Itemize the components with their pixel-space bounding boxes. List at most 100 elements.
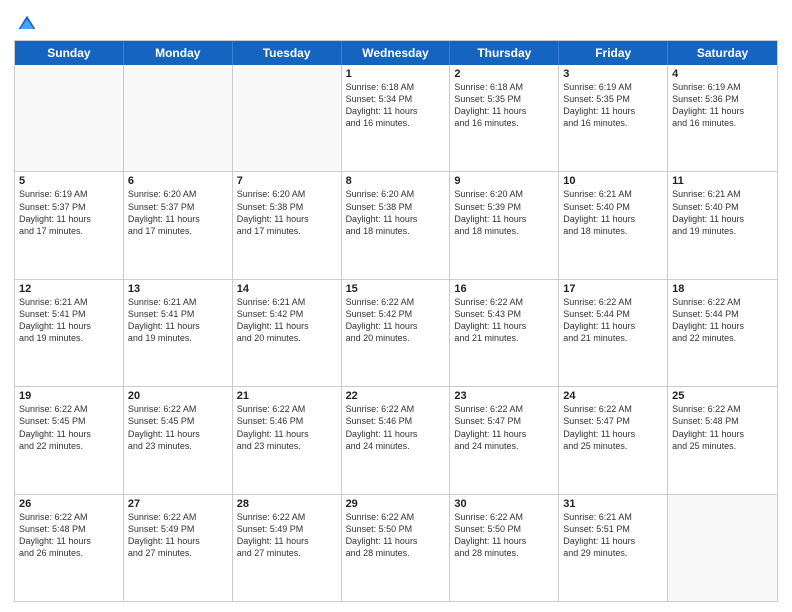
calendar-header-cell: Sunday <box>15 41 124 65</box>
cell-info: Sunrise: 6:20 AM Sunset: 5:38 PM Dayligh… <box>346 188 446 237</box>
cell-info: Sunrise: 6:21 AM Sunset: 5:40 PM Dayligh… <box>563 188 663 237</box>
calendar-cell: 13Sunrise: 6:21 AM Sunset: 5:41 PM Dayli… <box>124 280 233 386</box>
day-number: 15 <box>346 283 446 295</box>
cell-info: Sunrise: 6:22 AM Sunset: 5:42 PM Dayligh… <box>346 296 446 345</box>
day-number: 3 <box>563 68 663 80</box>
calendar-row: 26Sunrise: 6:22 AM Sunset: 5:48 PM Dayli… <box>15 495 777 601</box>
calendar-header-cell: Tuesday <box>233 41 342 65</box>
calendar-cell: 3Sunrise: 6:19 AM Sunset: 5:35 PM Daylig… <box>559 65 668 171</box>
cell-info: Sunrise: 6:22 AM Sunset: 5:46 PM Dayligh… <box>346 403 446 452</box>
calendar-cell: 5Sunrise: 6:19 AM Sunset: 5:37 PM Daylig… <box>15 172 124 278</box>
day-number: 25 <box>672 390 773 402</box>
calendar-header-cell: Friday <box>559 41 668 65</box>
calendar-header-cell: Wednesday <box>342 41 451 65</box>
cell-info: Sunrise: 6:19 AM Sunset: 5:35 PM Dayligh… <box>563 81 663 130</box>
calendar: SundayMondayTuesdayWednesdayThursdayFrid… <box>14 40 778 602</box>
day-number: 5 <box>19 175 119 187</box>
calendar-body: 1Sunrise: 6:18 AM Sunset: 5:34 PM Daylig… <box>15 65 777 601</box>
calendar-cell: 24Sunrise: 6:22 AM Sunset: 5:47 PM Dayli… <box>559 387 668 493</box>
day-number: 2 <box>454 68 554 80</box>
cell-info: Sunrise: 6:22 AM Sunset: 5:50 PM Dayligh… <box>346 511 446 560</box>
day-number: 27 <box>128 498 228 510</box>
calendar-cell <box>668 495 777 601</box>
calendar-cell: 20Sunrise: 6:22 AM Sunset: 5:45 PM Dayli… <box>124 387 233 493</box>
day-number: 30 <box>454 498 554 510</box>
cell-info: Sunrise: 6:19 AM Sunset: 5:37 PM Dayligh… <box>19 188 119 237</box>
cell-info: Sunrise: 6:18 AM Sunset: 5:35 PM Dayligh… <box>454 81 554 130</box>
cell-info: Sunrise: 6:22 AM Sunset: 5:47 PM Dayligh… <box>454 403 554 452</box>
day-number: 17 <box>563 283 663 295</box>
calendar-cell: 17Sunrise: 6:22 AM Sunset: 5:44 PM Dayli… <box>559 280 668 386</box>
calendar-cell: 21Sunrise: 6:22 AM Sunset: 5:46 PM Dayli… <box>233 387 342 493</box>
calendar-cell <box>15 65 124 171</box>
calendar-cell: 28Sunrise: 6:22 AM Sunset: 5:49 PM Dayli… <box>233 495 342 601</box>
calendar-cell: 27Sunrise: 6:22 AM Sunset: 5:49 PM Dayli… <box>124 495 233 601</box>
day-number: 26 <box>19 498 119 510</box>
calendar-cell: 23Sunrise: 6:22 AM Sunset: 5:47 PM Dayli… <box>450 387 559 493</box>
calendar-row: 19 Sunrise: 6:22 AM Sunset: 5:45 PM Dayli… <box>15 387 777 494</box>
day-number: 22 <box>346 390 446 402</box>
calendar-cell: 22Sunrise: 6:22 AM Sunset: 5:46 PM Dayli… <box>342 387 451 493</box>
cell-info: Sunrise: 6:22 AM Sunset: 5:49 PM Dayligh… <box>237 511 337 560</box>
cell-info: Sunrise: 6:21 AM Sunset: 5:40 PM Dayligh… <box>672 188 773 237</box>
calendar-cell: 31Sunrise: 6:21 AM Sunset: 5:51 PM Dayli… <box>559 495 668 601</box>
cell-info: Sunrise: 6:22 AM Sunset: 5:44 PM Dayligh… <box>563 296 663 345</box>
calendar-cell <box>233 65 342 171</box>
day-number: 6 <box>128 175 228 187</box>
calendar-header-cell: Saturday <box>668 41 777 65</box>
day-number: 10 <box>563 175 663 187</box>
logo <box>14 14 37 34</box>
day-number: 28 <box>237 498 337 510</box>
calendar-header-cell: Thursday <box>450 41 559 65</box>
day-number: 19 <box>19 390 119 402</box>
calendar-header: SundayMondayTuesdayWednesdayThursdayFrid… <box>15 41 777 65</box>
calendar-cell: 26Sunrise: 6:22 AM Sunset: 5:48 PM Dayli… <box>15 495 124 601</box>
calendar-cell: 18Sunrise: 6:22 AM Sunset: 5:44 PM Dayli… <box>668 280 777 386</box>
calendar-cell: 1Sunrise: 6:18 AM Sunset: 5:34 PM Daylig… <box>342 65 451 171</box>
cell-info: Sunrise: 6:21 AM Sunset: 5:42 PM Dayligh… <box>237 296 337 345</box>
cell-info: Sunrise: 6:19 AM Sunset: 5:36 PM Dayligh… <box>672 81 773 130</box>
day-number: 21 <box>237 390 337 402</box>
day-number: 18 <box>672 283 773 295</box>
cell-info: Sunrise: 6:22 AM Sunset: 5:45 PM Dayligh… <box>128 403 228 452</box>
cell-info: Sunrise: 6:20 AM Sunset: 5:39 PM Dayligh… <box>454 188 554 237</box>
calendar-row: 5Sunrise: 6:19 AM Sunset: 5:37 PM Daylig… <box>15 172 777 279</box>
day-number: 8 <box>346 175 446 187</box>
calendar-cell: 16Sunrise: 6:22 AM Sunset: 5:43 PM Dayli… <box>450 280 559 386</box>
cell-info: Sunrise: 6:22 AM Sunset: 5:48 PM Dayligh… <box>19 511 119 560</box>
cell-info: Sunrise: 6:20 AM Sunset: 5:38 PM Dayligh… <box>237 188 337 237</box>
day-number: 14 <box>237 283 337 295</box>
page: SundayMondayTuesdayWednesdayThursdayFrid… <box>0 0 792 612</box>
day-number: 1 <box>346 68 446 80</box>
cell-info: Sunrise: 6:22 AM Sunset: 5:43 PM Dayligh… <box>454 296 554 345</box>
day-number: 16 <box>454 283 554 295</box>
calendar-cell: 4Sunrise: 6:19 AM Sunset: 5:36 PM Daylig… <box>668 65 777 171</box>
cell-info: Sunrise: 6:22 AM Sunset: 5:48 PM Dayligh… <box>672 403 773 452</box>
calendar-cell: 14Sunrise: 6:21 AM Sunset: 5:42 PM Dayli… <box>233 280 342 386</box>
calendar-cell: 11Sunrise: 6:21 AM Sunset: 5:40 PM Dayli… <box>668 172 777 278</box>
calendar-cell: 8Sunrise: 6:20 AM Sunset: 5:38 PM Daylig… <box>342 172 451 278</box>
logo-icon <box>17 14 37 34</box>
calendar-cell: 25Sunrise: 6:22 AM Sunset: 5:48 PM Dayli… <box>668 387 777 493</box>
cell-info: Sunrise: 6:21 AM Sunset: 5:41 PM Dayligh… <box>19 296 119 345</box>
cell-info: Sunrise: 6:22 AM Sunset: 5:49 PM Dayligh… <box>128 511 228 560</box>
calendar-cell: 30Sunrise: 6:22 AM Sunset: 5:50 PM Dayli… <box>450 495 559 601</box>
calendar-cell: 10Sunrise: 6:21 AM Sunset: 5:40 PM Dayli… <box>559 172 668 278</box>
day-number: 13 <box>128 283 228 295</box>
calendar-cell: 9Sunrise: 6:20 AM Sunset: 5:39 PM Daylig… <box>450 172 559 278</box>
calendar-cell: 7Sunrise: 6:20 AM Sunset: 5:38 PM Daylig… <box>233 172 342 278</box>
header <box>14 10 778 34</box>
calendar-header-cell: Monday <box>124 41 233 65</box>
calendar-cell: 15Sunrise: 6:22 AM Sunset: 5:42 PM Dayli… <box>342 280 451 386</box>
day-number: 24 <box>563 390 663 402</box>
day-number: 7 <box>237 175 337 187</box>
calendar-cell: 6Sunrise: 6:20 AM Sunset: 5:37 PM Daylig… <box>124 172 233 278</box>
calendar-cell <box>124 65 233 171</box>
cell-info: Sunrise: 6:22 AM Sunset: 5:47 PM Dayligh… <box>563 403 663 452</box>
day-number: 20 <box>128 390 228 402</box>
day-number: 12 <box>19 283 119 295</box>
calendar-cell: 19Sunrise: 6:22 AM Sunset: 5:45 PM Dayli… <box>15 387 124 493</box>
calendar-cell: 2Sunrise: 6:18 AM Sunset: 5:35 PM Daylig… <box>450 65 559 171</box>
day-number: 23 <box>454 390 554 402</box>
day-number: 29 <box>346 498 446 510</box>
